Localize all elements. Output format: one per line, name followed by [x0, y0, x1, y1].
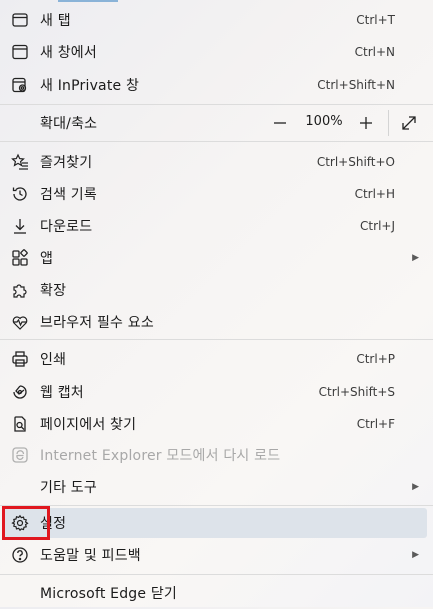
menu-item-label: 웹 캡처 [40, 385, 84, 401]
divider [0, 505, 433, 506]
history-icon [10, 184, 30, 204]
divider [388, 110, 389, 136]
menu-item-downloads[interactable]: 다운로드 Ctrl+J [0, 210, 433, 242]
star-list-icon [10, 152, 30, 172]
heartbeat-icon [10, 312, 30, 332]
menu-item-label: 즐겨찾기 [40, 155, 93, 171]
divider [0, 574, 433, 575]
new-tab-icon [10, 10, 30, 30]
zoom-in-button[interactable] [354, 111, 378, 135]
shortcut-text: Ctrl+P [356, 352, 395, 366]
annotation-highlight-box [2, 506, 50, 540]
menu-item-label: 도움말 및 피드백 [40, 548, 141, 564]
printer-icon [10, 349, 30, 369]
menu-item-label: 새 InPrivate 창 [40, 78, 140, 94]
menu-item-apps[interactable]: 앱 ▶ [0, 242, 433, 274]
menu-item-new-window[interactable]: 새 창에서 Ctrl+N [0, 36, 433, 68]
fullscreen-icon [402, 116, 416, 130]
shortcut-text: Ctrl+T [356, 13, 395, 27]
menu-item-label: 인쇄 [40, 352, 67, 368]
divider [0, 339, 433, 340]
menu-item-label: 새 창에서 [40, 45, 97, 61]
zoom-out-button[interactable] [270, 111, 290, 135]
fullscreen-button[interactable] [398, 112, 420, 134]
shortcut-text: Ctrl+F [356, 417, 395, 431]
menu-item-settings[interactable]: 설정 [4, 508, 427, 538]
shortcut-text: Ctrl+Shift+S [318, 385, 395, 399]
capture-icon [10, 382, 30, 402]
menu-item-label: Microsoft Edge 닫기 [40, 586, 178, 602]
shortcut-text: Ctrl+Shift+O [316, 155, 395, 169]
menu-item-history[interactable]: 검색 기록 Ctrl+H [0, 178, 433, 210]
chevron-right-icon: ▶ [412, 253, 419, 263]
menu-item-help[interactable]: 도움말 및 피드백 ▶ [0, 539, 433, 571]
divider [0, 104, 433, 105]
zoom-level: 100% [305, 114, 343, 129]
puzzle-icon [10, 280, 30, 300]
chevron-right-icon: ▶ [412, 550, 419, 560]
menu-item-label: 새 탭 [40, 13, 71, 29]
ie-icon [10, 445, 30, 465]
menu-item-inprivate[interactable]: 새 InPrivate 창 Ctrl+Shift+N [0, 69, 433, 101]
window-icon [10, 42, 30, 62]
menu-item-extensions[interactable]: 확장 [0, 274, 433, 306]
apps-icon [10, 248, 30, 268]
menu-item-label: 페이지에서 찾기 [40, 417, 137, 433]
download-icon [10, 216, 30, 236]
focus-indicator [58, 0, 118, 2]
browser-menu: 새 탭 Ctrl+T 새 창에서 Ctrl+N 새 InPrivate 창 Ct… [0, 0, 433, 607]
shortcut-text: Ctrl+N [354, 45, 395, 59]
menu-item-more-tools[interactable]: 기타 도구 ▶ [0, 471, 433, 503]
zoom-label: 확대/축소 [40, 116, 98, 132]
menu-item-label: 다운로드 [40, 219, 93, 235]
shortcut-text: Ctrl+Shift+N [317, 78, 395, 92]
menu-item-print[interactable]: 인쇄 Ctrl+P [0, 343, 433, 375]
menu-item-label: 기타 도구 [40, 480, 97, 496]
menu-item-label: Internet Explorer 모드에서 다시 로드 [40, 448, 281, 464]
menu-item-close-edge[interactable]: Microsoft Edge 닫기 [0, 577, 433, 609]
menu-item-ie-mode: Internet Explorer 모드에서 다시 로드 [0, 439, 433, 471]
shortcut-text: Ctrl+H [354, 187, 395, 201]
menu-item-find[interactable]: 페이지에서 찾기 Ctrl+F [0, 408, 433, 440]
menu-item-web-capture[interactable]: 웹 캡처 Ctrl+Shift+S [0, 376, 433, 408]
menu-item-label: 앱 [40, 251, 54, 267]
menu-item-new-tab[interactable]: 새 탭 Ctrl+T [0, 4, 433, 36]
menu-item-label: 검색 기록 [40, 187, 97, 203]
shortcut-text: Ctrl+J [360, 219, 395, 233]
chevron-right-icon: ▶ [412, 482, 419, 492]
divider [0, 141, 433, 142]
menu-item-label: 브라우저 필수 요소 [40, 315, 154, 331]
inprivate-icon [10, 75, 30, 95]
help-icon [10, 545, 30, 565]
menu-item-label: 확장 [40, 283, 67, 299]
menu-item-browser-essentials[interactable]: 브라우저 필수 요소 [0, 306, 433, 338]
find-icon [10, 414, 30, 434]
menu-item-favorites[interactable]: 즐겨찾기 Ctrl+Shift+O [0, 146, 433, 178]
